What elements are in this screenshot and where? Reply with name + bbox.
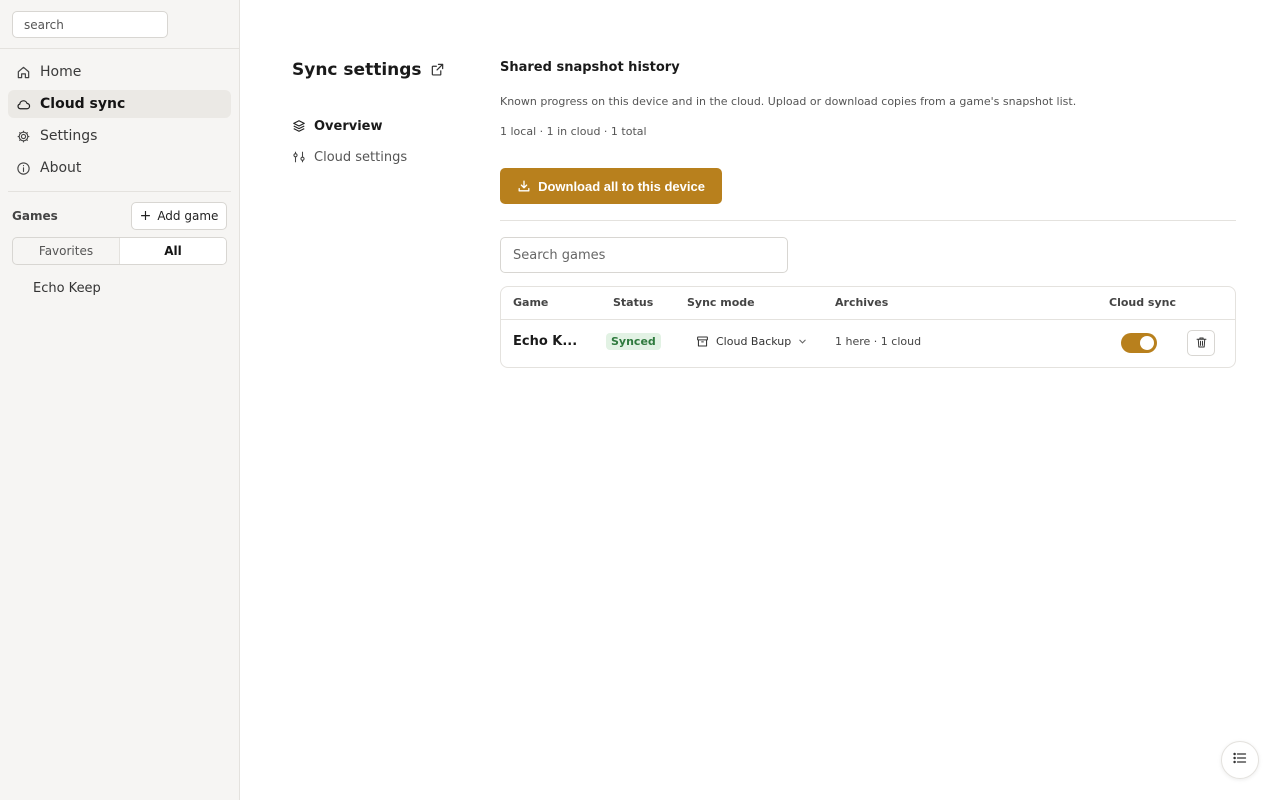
home-icon (16, 65, 31, 80)
archive-icon (696, 335, 709, 348)
sidebar-divider (0, 48, 239, 49)
chevron-down-icon (798, 337, 807, 346)
section-title: Shared snapshot history (500, 60, 680, 75)
sync-mode-dropdown[interactable]: Cloud Backup (696, 335, 807, 348)
cloud-sync-toggle[interactable] (1121, 333, 1157, 353)
trash-icon (1195, 334, 1208, 353)
status-badge: Synced (606, 333, 661, 350)
row-game-name[interactable]: Echo K... (513, 334, 577, 349)
subnav-label: Overview (314, 118, 383, 134)
games-section-label: Games (12, 209, 58, 223)
subnav-cloud-settings[interactable]: Cloud settings (292, 146, 407, 168)
sliders-icon (292, 150, 306, 164)
snapshot-counts: 1 local · 1 in cloud · 1 total (500, 125, 647, 138)
nav-item-label: Cloud sync (40, 96, 126, 112)
section-description: Known progress on this device and in the… (500, 95, 1077, 108)
nav-item-home[interactable]: Home (8, 58, 231, 86)
plus-icon: + (139, 208, 152, 224)
column-header-archives: Archives (835, 296, 889, 309)
add-game-label: Add game (157, 209, 219, 223)
column-header-game: Game (513, 296, 549, 309)
nav-item-label: Home (40, 64, 82, 80)
nav-item-about[interactable]: About (8, 154, 231, 182)
info-icon (16, 161, 31, 176)
row-archives: 1 here · 1 cloud (835, 335, 922, 348)
nav-item-label: Settings (40, 128, 98, 144)
page-title: Sync settings (292, 60, 422, 80)
table-header-divider (501, 319, 1235, 320)
games-table: Game Status Sync mode Archives Cloud syn… (500, 286, 1236, 368)
gear-icon (16, 129, 31, 144)
search-games-input[interactable] (500, 237, 788, 273)
games-filter-toggle: Favorites All (12, 237, 227, 265)
external-link-icon[interactable] (430, 62, 445, 77)
download-all-label: Download all to this device (538, 178, 705, 194)
sidebar-game-item[interactable]: Echo Keep (33, 281, 101, 296)
sidebar: Home Cloud sync Settings About Games + A… (0, 0, 240, 800)
column-header-sync-mode: Sync mode (687, 296, 755, 309)
nav-item-label: About (40, 160, 82, 176)
cloud-icon (16, 97, 31, 112)
subnav-label: Cloud settings (314, 149, 408, 165)
sidebar-search-input[interactable] (12, 11, 168, 38)
nav-item-settings[interactable]: Settings (8, 122, 231, 150)
layers-icon (292, 119, 306, 133)
add-game-button[interactable]: + Add game (131, 202, 227, 230)
download-all-button[interactable]: Download all to this device (500, 168, 722, 204)
nav-item-cloud-sync[interactable]: Cloud sync (8, 90, 231, 118)
filter-favorites[interactable]: Favorites (13, 238, 119, 264)
menu-list-button[interactable] (1221, 741, 1259, 779)
column-header-cloud-sync: Cloud sync (1109, 296, 1177, 309)
list-icon (1232, 750, 1248, 770)
sidebar-divider (8, 191, 231, 192)
delete-button[interactable] (1187, 330, 1215, 356)
filter-all[interactable]: All (119, 238, 226, 264)
column-header-status: Status (613, 296, 654, 309)
sync-mode-value: Cloud Backup (716, 335, 792, 348)
download-icon (517, 179, 531, 193)
toggle-knob (1140, 336, 1154, 350)
section-divider (500, 220, 1236, 221)
subnav-overview[interactable]: Overview (292, 115, 383, 137)
